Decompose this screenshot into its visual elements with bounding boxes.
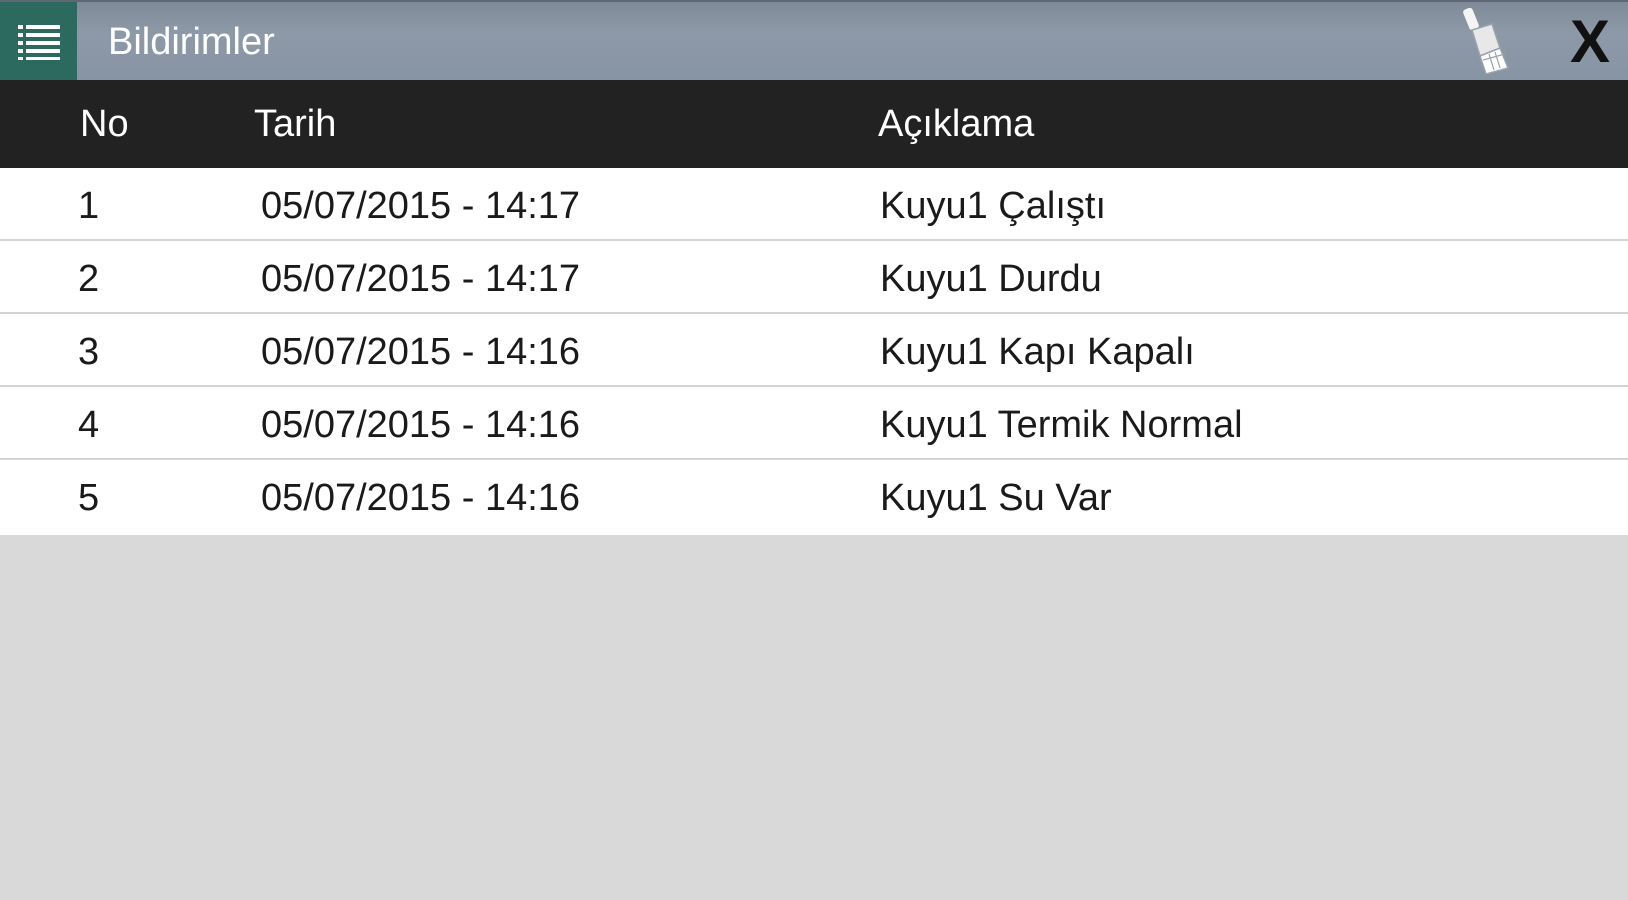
row-number: 2 [78,258,100,300]
row-description: Kuyu1 Su Var [880,477,1112,519]
row-description: Kuyu1 Çalıştı [880,185,1106,227]
row-description: Kuyu1 Termik Normal [880,404,1243,446]
row-number: 3 [78,331,100,373]
column-header-description[interactable]: Açıklama [878,102,1034,146]
notifications-window: Bildirimler X No Tarih Açıklama 1 05/07/… [0,0,1628,900]
row-number: 5 [78,477,100,519]
row-number: 1 [78,185,100,227]
table-row[interactable]: 3 05/07/2015 - 14:16 Kuyu1 Kapı Kapalı [0,314,1628,387]
page-title: Bildirimler [108,21,275,63]
close-button[interactable]: X [1555,6,1625,78]
table-row[interactable]: 4 05/07/2015 - 14:16 Kuyu1 Termik Normal [0,387,1628,460]
column-header-no[interactable]: No [80,102,129,146]
empty-list-area [0,545,1628,900]
title-bar: Bildirimler X [0,0,1628,80]
row-date: 05/07/2015 - 14:16 [261,477,581,519]
row-description: Kuyu1 Durdu [880,258,1102,300]
clear-button[interactable] [1452,4,1522,76]
table-row[interactable]: 5 05/07/2015 - 14:16 Kuyu1 Su Var [0,460,1628,535]
table-row[interactable]: 2 05/07/2015 - 14:17 Kuyu1 Durdu [0,241,1628,314]
row-number: 4 [78,404,100,446]
row-date: 05/07/2015 - 14:17 [261,258,581,300]
brush-icon [1463,7,1510,75]
table-header: No Tarih Açıklama [0,80,1628,168]
menu-button[interactable] [0,2,77,80]
row-date: 05/07/2015 - 14:16 [261,404,581,446]
row-date: 05/07/2015 - 14:17 [261,185,581,227]
row-description: Kuyu1 Kapı Kapalı [880,331,1195,373]
notifications-list: 1 05/07/2015 - 14:17 Kuyu1 Çalıştı 2 05/… [0,168,1628,535]
list-menu-icon [17,25,60,60]
column-header-date[interactable]: Tarih [254,102,336,146]
table-row[interactable]: 1 05/07/2015 - 14:17 Kuyu1 Çalıştı [0,168,1628,241]
row-date: 05/07/2015 - 14:16 [261,331,581,373]
